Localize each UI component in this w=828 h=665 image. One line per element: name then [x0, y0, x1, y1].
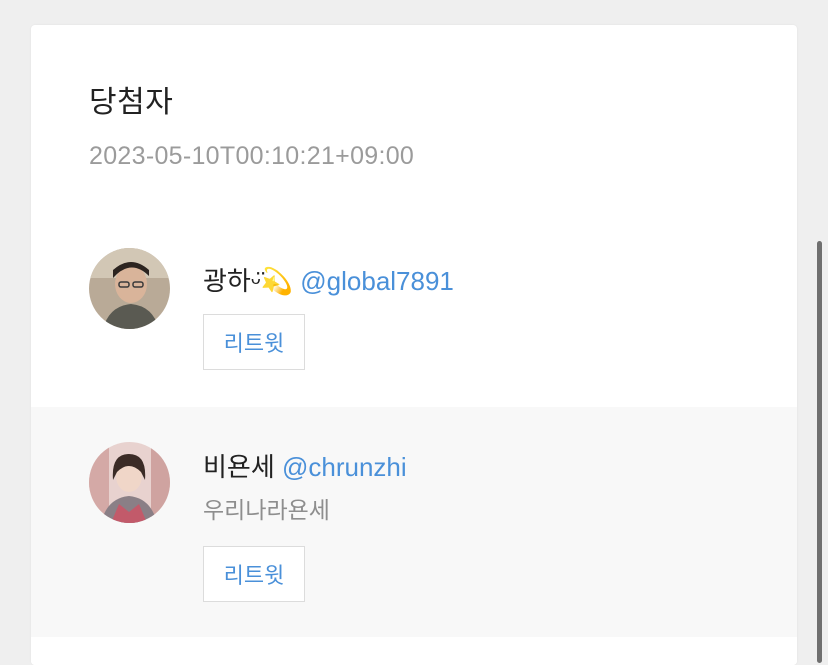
retweet-button[interactable]: 리트윗 — [203, 314, 305, 370]
winner-name: 광하ᵕ̈💫 — [203, 266, 294, 296]
winner-bio: 우리나라욘세 — [203, 498, 330, 524]
avatar-photo-icon — [89, 442, 170, 523]
avatar[interactable] — [89, 442, 170, 523]
winner-name: 비욘세 — [203, 452, 275, 482]
winner-handle-link[interactable]: @global7891 — [300, 266, 454, 296]
winner-row: 비욘세 @chrunzhi 우리나라욘세 리트윗 — [31, 407, 797, 637]
winners-card: 당첨자 2023-05-10T00:10:21+09:00 광하ᵕ̈💫 @glo… — [31, 25, 797, 665]
next-row-edge — [31, 637, 797, 665]
winner-name-line: 비욘세 @chrunzhi — [203, 447, 407, 484]
draw-timestamp: 2023-05-10T00:10:21+09:00 — [89, 142, 415, 170]
winner-row: 광하ᵕ̈💫 @global7891 리트윗 — [31, 215, 797, 407]
avatar[interactable] — [89, 248, 170, 329]
winner-handle-link[interactable]: @chrunzhi — [282, 452, 407, 482]
page-title: 당첨자 — [89, 85, 174, 120]
retweet-button[interactable]: 리트윗 — [203, 546, 305, 602]
avatar-photo-icon — [89, 248, 170, 329]
scrollbar[interactable] — [817, 241, 822, 663]
winner-name-line: 광하ᵕ̈💫 @global7891 — [203, 261, 454, 298]
